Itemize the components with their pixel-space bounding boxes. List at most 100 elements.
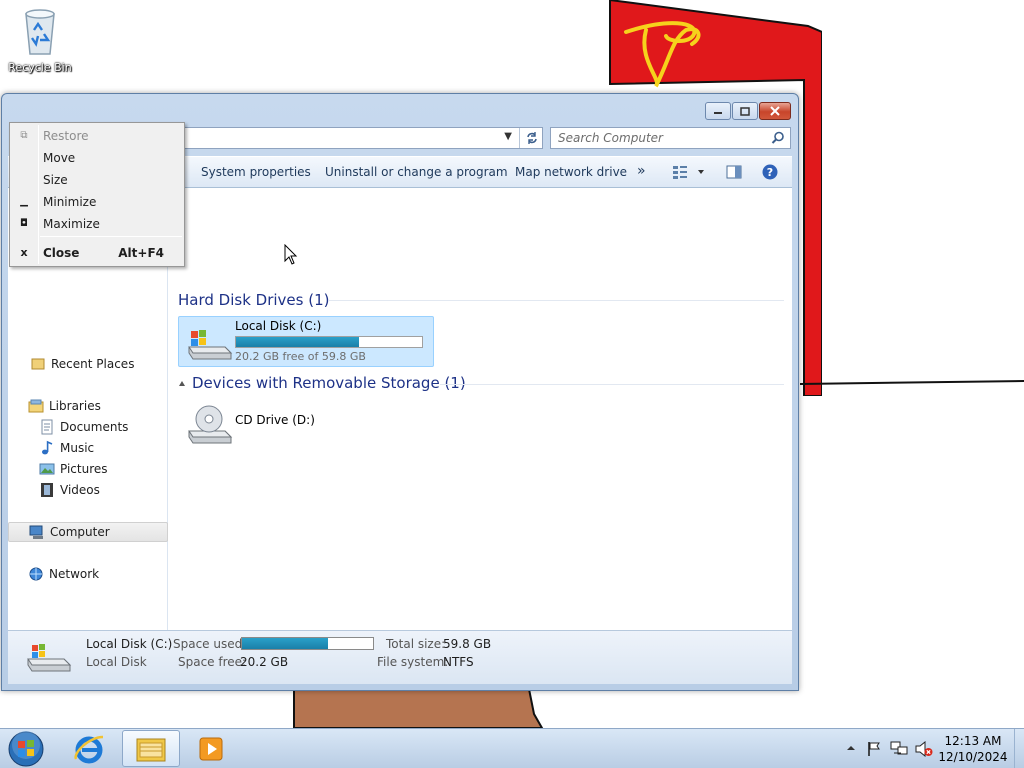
details-file-system-label: File system: bbox=[377, 655, 449, 669]
nav-item-libraries[interactable]: Libraries bbox=[8, 396, 168, 416]
videos-icon bbox=[39, 482, 55, 498]
taskbar-clock[interactable]: 12:13 AM 12/10/2024 bbox=[936, 733, 1010, 765]
drive-c-usage-bar bbox=[235, 336, 423, 348]
details-drive-type: Local Disk bbox=[86, 655, 147, 669]
taskbar-windows-explorer[interactable] bbox=[122, 730, 180, 767]
clock-date: 12/10/2024 bbox=[938, 750, 1008, 764]
menu-separator bbox=[40, 236, 182, 237]
show-hidden-icons-icon[interactable] bbox=[846, 743, 856, 753]
cd-drive-icon bbox=[188, 405, 233, 444]
group-removable-storage[interactable]: Devices with Removable Storage (1) bbox=[178, 373, 466, 393]
internet-explorer-icon bbox=[74, 735, 104, 763]
refresh-button[interactable] bbox=[519, 128, 543, 148]
maximize-icon bbox=[740, 106, 750, 116]
show-desktop-button[interactable] bbox=[1014, 729, 1024, 768]
group-hard-disk-drives[interactable]: Hard Disk Drives (1) bbox=[178, 290, 329, 310]
network-tray-icon[interactable] bbox=[890, 741, 908, 757]
menu-label-move: Move bbox=[43, 150, 76, 165]
nav-label-recent-places: Recent Places bbox=[51, 357, 135, 371]
close-window-button[interactable] bbox=[759, 102, 791, 120]
nav-item-videos[interactable]: Videos bbox=[8, 480, 168, 500]
menu-item-move[interactable]: Move bbox=[12, 147, 182, 168]
action-center-flag-icon[interactable] bbox=[866, 741, 882, 757]
recycle-bin[interactable]: Recycle Bin bbox=[8, 6, 72, 74]
help-icon[interactable]: ? bbox=[762, 164, 778, 180]
computer-icon bbox=[29, 524, 45, 540]
restore-icon: ⧉ bbox=[20, 130, 28, 141]
uninstall-program-button[interactable]: Uninstall or change a program bbox=[325, 165, 508, 179]
details-space-free-label: Space free: bbox=[178, 655, 247, 669]
details-usage-bar bbox=[241, 637, 374, 650]
collapse-group-icon[interactable] bbox=[178, 379, 186, 387]
menu-label-restore: Restore bbox=[43, 128, 89, 143]
nav-label-libraries: Libraries bbox=[49, 399, 101, 413]
windows-orb-icon bbox=[8, 731, 44, 767]
menu-item-size[interactable]: Size bbox=[12, 169, 182, 190]
nav-item-pictures[interactable]: Pictures bbox=[8, 459, 168, 479]
nav-label-pictures: Pictures bbox=[60, 462, 108, 476]
menu-item-close[interactable]: x Close Alt+F4 bbox=[12, 242, 182, 263]
system-properties-button[interactable]: System properties bbox=[201, 165, 311, 179]
menu-item-minimize[interactable]: ▁ Minimize bbox=[12, 191, 182, 212]
menu-label-minimize: Minimize bbox=[43, 194, 97, 209]
details-drive-name: Local Disk (C:) bbox=[86, 637, 173, 651]
close-icon bbox=[770, 106, 780, 116]
nav-item-network[interactable]: Network bbox=[8, 564, 168, 584]
nav-label-music: Music bbox=[60, 441, 95, 455]
svg-text:?: ? bbox=[767, 166, 773, 179]
local-disk-icon bbox=[188, 330, 233, 360]
nav-item-recent-places[interactable]: Recent Places bbox=[8, 354, 168, 374]
map-network-drive-button[interactable]: Map network drive bbox=[515, 165, 627, 179]
drive-c[interactable]: Local Disk (C:) 20.2 GB free of 59.8 GB bbox=[178, 316, 434, 367]
change-view-icon[interactable] bbox=[672, 164, 706, 180]
search-input[interactable] bbox=[551, 128, 761, 148]
minimize-icon bbox=[714, 112, 722, 114]
more-commands-button[interactable]: » bbox=[637, 163, 646, 179]
search-box[interactable] bbox=[550, 127, 791, 149]
caption-buttons bbox=[705, 102, 791, 120]
details-space-free-value: 20.2 GB bbox=[240, 655, 289, 669]
menu-accelerator-close: Alt+F4 bbox=[118, 245, 164, 260]
drive-c-usage-fill bbox=[236, 337, 359, 347]
nav-label-videos: Videos bbox=[60, 483, 100, 497]
nav-item-documents[interactable]: Documents bbox=[8, 417, 168, 437]
menu-label-maximize: Maximize bbox=[43, 216, 100, 231]
menu-label-close: Close bbox=[43, 245, 80, 260]
recent-places-icon bbox=[30, 356, 46, 372]
mouse-cursor-icon bbox=[284, 244, 298, 265]
volume-muted-icon[interactable] bbox=[915, 741, 933, 757]
libraries-icon bbox=[28, 398, 44, 414]
maximize-menu-icon: ◘ bbox=[20, 218, 28, 229]
recycle-bin-label: Recycle Bin bbox=[8, 61, 72, 74]
nav-item-computer[interactable]: Computer bbox=[8, 522, 168, 542]
taskbar-internet-explorer[interactable] bbox=[60, 730, 118, 767]
windows-explorer-icon bbox=[136, 738, 166, 761]
group-divider bbox=[328, 300, 784, 301]
maximize-window-button[interactable] bbox=[732, 102, 758, 120]
close-menu-icon: x bbox=[20, 246, 28, 259]
clock-time: 12:13 AM bbox=[944, 734, 1002, 748]
menu-item-maximize[interactable]: ◘ Maximize bbox=[12, 213, 182, 234]
pictures-icon bbox=[39, 461, 55, 477]
nav-item-music[interactable]: Music bbox=[8, 438, 168, 458]
details-total-size-label: Total size: bbox=[386, 637, 446, 651]
content-pane: Hard Disk Drives (1) Local Disk (C:) 20.… bbox=[170, 188, 792, 630]
recycle-bin-icon bbox=[25, 9, 55, 55]
window-system-menu: ⧉ Restore Move Size ▁ Minimize ◘ Maximiz… bbox=[9, 122, 185, 267]
search-icon[interactable] bbox=[771, 131, 785, 145]
drive-c-free-space: 20.2 GB free of 59.8 GB bbox=[235, 350, 366, 363]
start-button[interactable] bbox=[6, 731, 46, 767]
taskbar-media-player[interactable] bbox=[182, 730, 240, 767]
address-dropdown-icon[interactable]: ▼ bbox=[504, 131, 512, 142]
menu-item-restore[interactable]: ⧉ Restore bbox=[12, 125, 182, 146]
details-disk-icon bbox=[27, 644, 72, 672]
refresh-icon bbox=[526, 132, 537, 144]
minimize-window-button[interactable] bbox=[705, 102, 731, 120]
group-divider-2 bbox=[440, 384, 784, 385]
group-title-hdd: Hard Disk Drives (1) bbox=[178, 291, 330, 309]
drawn-line bbox=[800, 380, 1024, 385]
preview-pane-icon[interactable] bbox=[726, 164, 742, 180]
drive-c-name: Local Disk (C:) bbox=[235, 319, 322, 333]
drive-d[interactable]: CD Drive (D:) bbox=[178, 398, 434, 449]
nav-label-network: Network bbox=[49, 567, 100, 581]
